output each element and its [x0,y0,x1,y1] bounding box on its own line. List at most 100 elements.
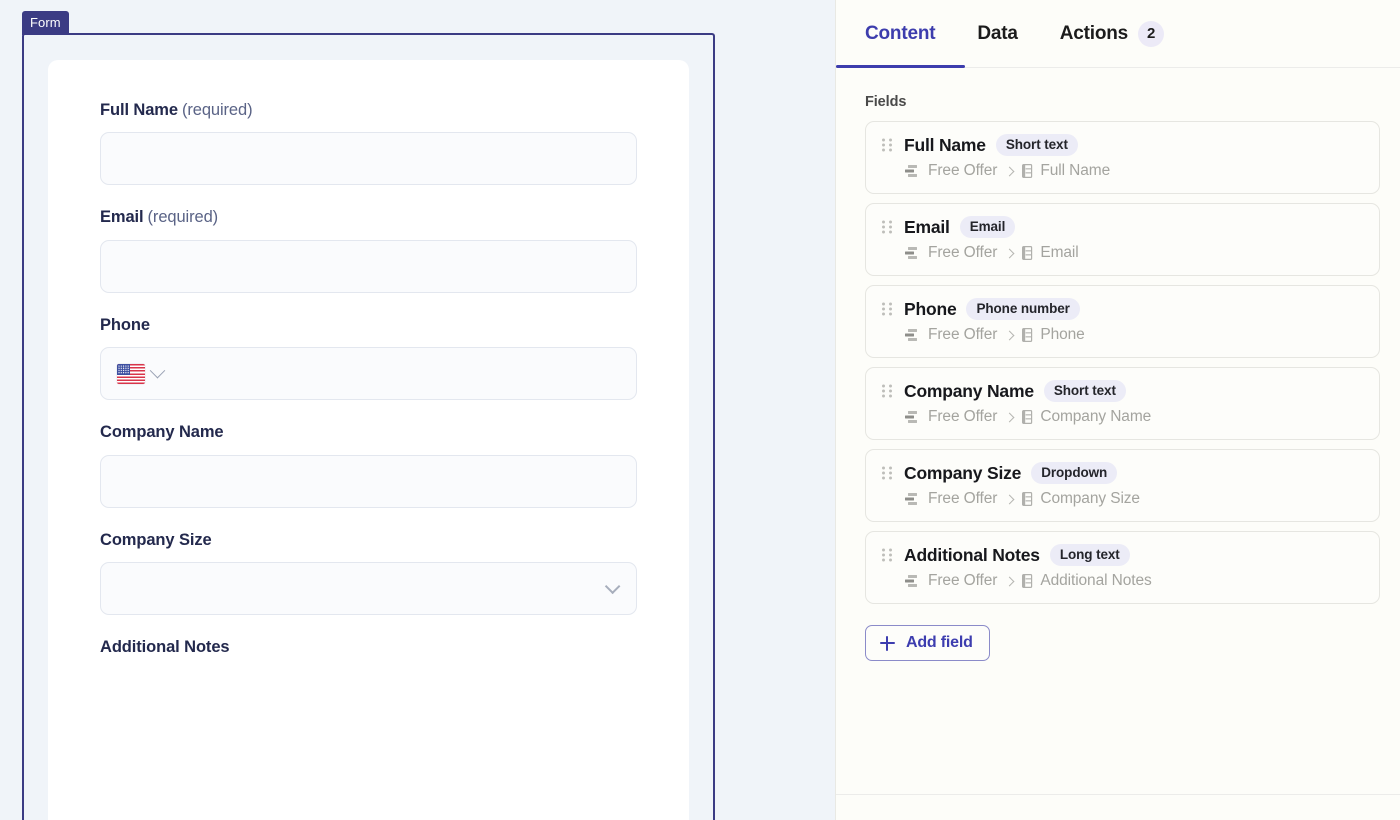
form-field-company-size: Company Size [100,530,637,616]
tab-content[interactable]: Content [835,0,966,68]
inspector-panel: Content Data Actions 2 Fields Full Name … [835,0,1400,820]
tab-label: Content [865,22,936,44]
drag-handle-icon[interactable] [880,216,894,238]
chevron-right-icon [1004,330,1015,340]
company-name-input[interactable] [100,454,637,508]
inspector-body: Fields Full Name Short text Free Offer F… [836,68,1400,820]
canvas-inner: Form Full Name (required) Email (required [0,0,835,820]
field-card-binding: Free Offer Phone [905,326,1365,344]
field-label-email: Email (required) [100,207,637,228]
field-card-binding: Free Offer Email [905,244,1365,262]
add-field-label: Add field [906,634,973,651]
field-card[interactable]: Full Name Short text Free Offer Full Nam… [865,121,1380,194]
field-label-additional-notes: Additional Notes [100,637,637,658]
column-name: Additional Notes [1040,572,1152,589]
column-icon [1022,492,1033,506]
column-icon [1022,410,1033,424]
inspector-tabs: Content Data Actions 2 [835,0,1400,68]
panel-footer-divider [836,794,1400,795]
field-label-text: Additional Notes [100,638,230,657]
field-type-badge: Short text [995,134,1078,156]
column-name: Company Name [1040,408,1152,425]
column-icon [1022,246,1033,260]
email-input[interactable] [100,239,637,293]
field-type-badge: Dropdown [1031,462,1118,484]
form-field-full-name: Full Name (required) [100,100,637,186]
field-card-binding: Free Offer Additional Notes [905,572,1365,590]
tab-data[interactable]: Data [977,0,1018,68]
form-preview-canvas: Form Full Name (required) Email (required [0,0,835,820]
chevron-down-icon[interactable] [149,363,166,379]
table-bars-icon [905,493,917,505]
chevron-right-icon [1004,166,1015,176]
tab-actions[interactable]: Actions 2 [1059,0,1165,68]
column-icon [1022,328,1033,342]
source-name: Free Offer [928,490,998,507]
field-type-badge: Long text [1049,544,1130,566]
field-required-note: (required) [147,208,219,227]
column-icon [1022,164,1033,178]
form-field-email: Email (required) [100,207,637,293]
field-label-company-size: Company Size [100,530,637,551]
column-name: Phone [1040,326,1085,343]
field-type-badge: Phone number [966,298,1080,320]
drag-handle-icon[interactable] [880,298,894,320]
source-name: Free Offer [928,244,998,261]
source-name: Free Offer [928,408,998,425]
field-label-text: Company Name [100,423,224,442]
field-card[interactable]: Phone Phone number Free Offer Phone [865,285,1380,358]
source-name: Free Offer [928,162,998,179]
source-name: Free Offer [928,326,998,343]
table-bars-icon [905,575,917,587]
field-label-text: Phone [100,315,150,334]
form-field-phone: Phone [100,315,637,401]
tab-label: Actions [1059,22,1129,44]
company-size-select[interactable] [100,562,637,616]
field-card[interactable]: Email Email Free Offer Email [865,203,1380,276]
field-card-header: Company Size Dropdown [880,462,1365,484]
drag-handle-icon[interactable] [880,134,894,156]
form-body: Full Name (required) Email (required) Ph… [48,60,689,659]
field-card-title: Full Name [904,134,986,155]
chevron-right-icon [1004,576,1015,586]
full-name-input[interactable] [100,132,637,186]
field-card-binding: Free Offer Company Name [905,408,1365,426]
field-label-phone: Phone [100,315,637,336]
form-card: Full Name (required) Email (required) Ph… [48,60,689,820]
chevron-right-icon [1004,412,1015,422]
field-card-title: Phone [904,298,957,319]
drag-handle-icon[interactable] [880,544,894,566]
form-field-company-name: Company Name [100,422,637,508]
source-name: Free Offer [928,572,998,589]
field-card-header: Phone Phone number [880,298,1365,320]
field-card-title: Company Name [904,380,1034,401]
column-name: Email [1040,244,1079,261]
field-type-badge: Short text [1043,380,1126,402]
chevron-right-icon [1004,494,1015,504]
tab-label: Data [977,22,1018,44]
table-bars-icon [905,329,917,341]
chevron-down-icon [604,578,621,595]
phone-input[interactable] [100,347,637,401]
field-card[interactable]: Additional Notes Long text Free Offer Ad… [865,531,1380,604]
plus-icon [880,635,895,651]
chevron-right-icon [1004,248,1015,258]
add-field-button[interactable]: Add field [865,625,990,661]
field-card-binding: Free Offer Company Size [905,490,1365,508]
field-card-title: Company Size [904,462,1022,483]
field-label-text: Full Name [100,101,178,119]
drag-handle-icon[interactable] [880,380,894,402]
table-bars-icon [905,247,917,259]
tab-actions-count-badge: 2 [1138,20,1165,47]
field-card[interactable]: Company Size Dropdown Free Offer Company… [865,449,1380,522]
table-bars-icon [905,411,917,423]
fields-section-label: Fields [865,94,907,110]
us-flag-icon [117,363,145,384]
form-builder-screen: Form Full Name (required) Email (required [0,0,1400,820]
field-label-text: Company Size [100,530,212,549]
field-card-title: Additional Notes [904,544,1040,565]
field-card[interactable]: Company Name Short text Free Offer Compa… [865,367,1380,440]
drag-handle-icon[interactable] [880,462,894,484]
field-card-header: Additional Notes Long text [880,544,1365,566]
field-label-full-name: Full Name (required) [100,100,637,121]
